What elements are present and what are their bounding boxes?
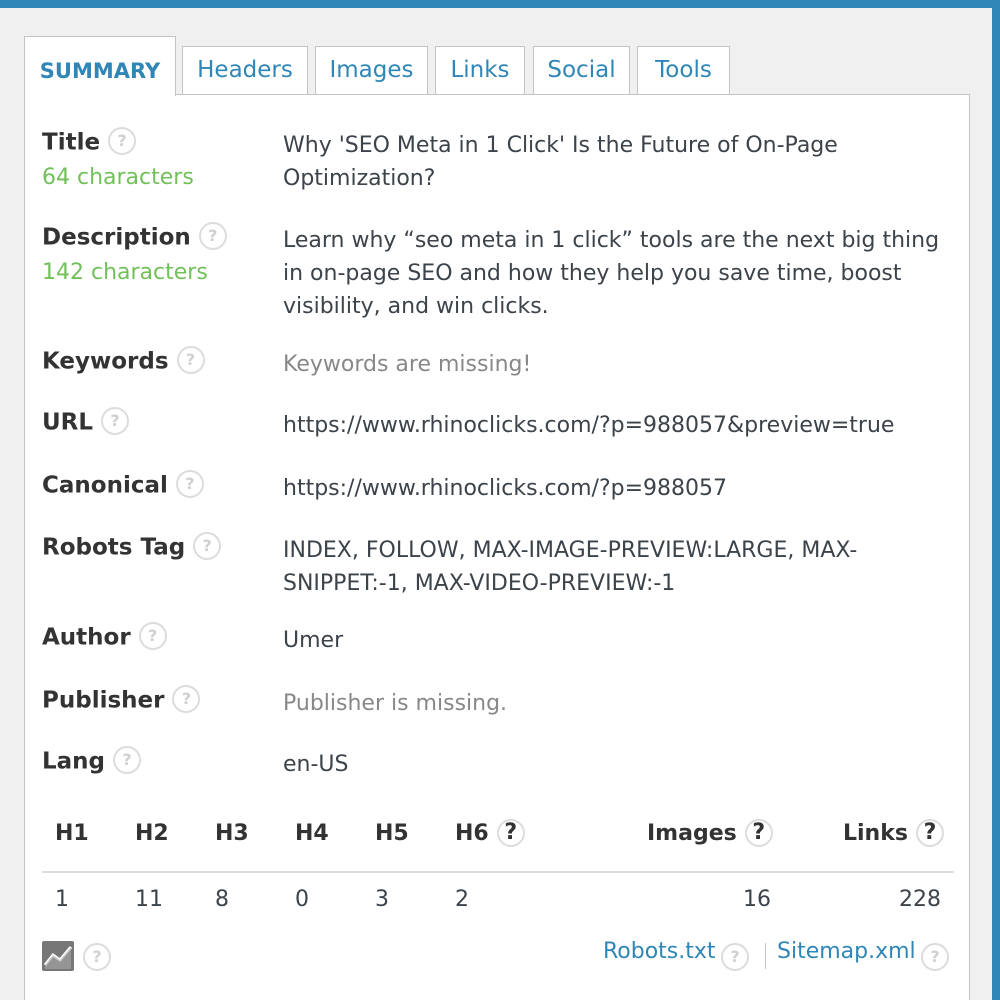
robots-tag-label: Robots Tag — [42, 534, 186, 561]
h6-count: 2 — [455, 887, 469, 912]
help-icon[interactable]: ? — [198, 222, 227, 250]
links-count: 228 — [899, 887, 941, 912]
help-icon[interactable]: ? — [83, 943, 111, 971]
title-row: Title? 64 characters Why 'SEO Meta in 1 … — [25, 127, 971, 199]
description-char-count: 142 characters — [42, 260, 208, 285]
lang-row: Lang? en-US — [25, 746, 971, 788]
url-row: URL? https://www.rhinoclicks.com/?p=9880… — [25, 407, 971, 449]
title-label: Title — [42, 129, 101, 156]
h2-count: 11 — [135, 887, 163, 912]
h5-count: 3 — [375, 887, 389, 912]
lang-label: Lang — [42, 748, 106, 775]
robots-tag-value: INDEX, FOLLOW, MAX-IMAGE-PREVIEW:LARGE, … — [283, 538, 858, 596]
h3-count: 8 — [215, 887, 229, 912]
sitemap-xml-link[interactable]: Sitemap.xml — [777, 939, 916, 964]
help-icon[interactable]: ? — [744, 819, 773, 847]
help-icon[interactable]: ? — [113, 746, 142, 774]
author-label: Author — [42, 624, 131, 651]
images-count: 16 — [743, 887, 771, 912]
images-header: Images — [647, 821, 737, 846]
chart-icon[interactable] — [42, 941, 74, 971]
help-icon[interactable]: ? — [101, 407, 130, 435]
description-row: Description? 142 characters Learn why “s… — [25, 222, 971, 324]
canonical-label: Canonical — [42, 472, 168, 499]
tab-tools[interactable]: Tools — [637, 46, 730, 96]
headings-header-row: H1 H2 H3 H4 H5 H6? Images? Links? — [25, 819, 971, 861]
url-label: URL — [42, 409, 94, 436]
publisher-row: Publisher? Publisher is missing. — [25, 685, 971, 727]
keywords-label: Keywords — [42, 348, 169, 375]
headings-divider — [42, 871, 954, 873]
h4-header: H4 — [295, 821, 329, 846]
url-value: https://www.rhinoclicks.com/?p=988057&pr… — [283, 413, 895, 438]
robots-txt-link[interactable]: Robots.txt — [603, 939, 716, 964]
help-icon[interactable]: ? — [108, 127, 137, 155]
links-header: Links — [843, 821, 908, 846]
help-icon[interactable]: ? — [193, 532, 222, 560]
description-value: Learn why “seo meta in 1 click” tools ar… — [283, 228, 940, 319]
help-icon[interactable]: ? — [915, 819, 944, 847]
canonical-value: https://www.rhinoclicks.com/?p=988057 — [283, 476, 727, 501]
publisher-value: Publisher is missing. — [283, 691, 508, 716]
headings-values-row: 1 11 8 0 3 2 16 228 — [25, 887, 971, 927]
help-icon[interactable]: ? — [496, 819, 525, 847]
h3-header: H3 — [215, 821, 249, 846]
publisher-label: Publisher — [42, 687, 165, 714]
footer-row: ? Robots.txt ? Sitemap.xml ? — [25, 937, 971, 981]
keywords-value: Keywords are missing! — [283, 352, 532, 377]
tab-images[interactable]: Images — [315, 46, 428, 96]
author-value: Umer — [283, 628, 344, 653]
canonical-row: Canonical? https://www.rhinoclicks.com/?… — [25, 470, 971, 512]
tab-links[interactable]: Links — [435, 46, 525, 96]
title-char-count: 64 characters — [42, 165, 194, 190]
tab-headers[interactable]: Headers — [182, 46, 308, 96]
summary-panel: Title? 64 characters Why 'SEO Meta in 1 … — [24, 94, 970, 1000]
help-icon[interactable]: ? — [921, 943, 949, 971]
top-border — [0, 0, 1000, 8]
robots-tag-row: Robots Tag? INDEX, FOLLOW, MAX-IMAGE-PRE… — [25, 532, 971, 604]
h1-count: 1 — [55, 887, 69, 912]
h1-header: H1 — [55, 821, 89, 846]
keywords-row: Keywords? Keywords are missing! — [25, 346, 971, 388]
help-icon[interactable]: ? — [175, 470, 204, 498]
h6-header: H6 — [455, 821, 489, 846]
help-icon[interactable]: ? — [176, 346, 205, 374]
description-label: Description — [42, 224, 191, 251]
author-row: Author? Umer — [25, 622, 971, 664]
lang-value: en-US — [283, 752, 349, 777]
h5-header: H5 — [375, 821, 409, 846]
help-icon[interactable]: ? — [138, 622, 167, 650]
title-value: Why 'SEO Meta in 1 Click' Is the Future … — [283, 133, 838, 191]
help-icon[interactable]: ? — [172, 685, 201, 713]
link-separator — [765, 943, 766, 969]
right-border — [992, 0, 1000, 1000]
tab-summary[interactable]: SUMMARY — [24, 36, 176, 96]
h4-count: 0 — [295, 887, 309, 912]
tab-social[interactable]: Social — [533, 46, 630, 96]
help-icon[interactable]: ? — [721, 943, 749, 971]
h2-header: H2 — [135, 821, 169, 846]
